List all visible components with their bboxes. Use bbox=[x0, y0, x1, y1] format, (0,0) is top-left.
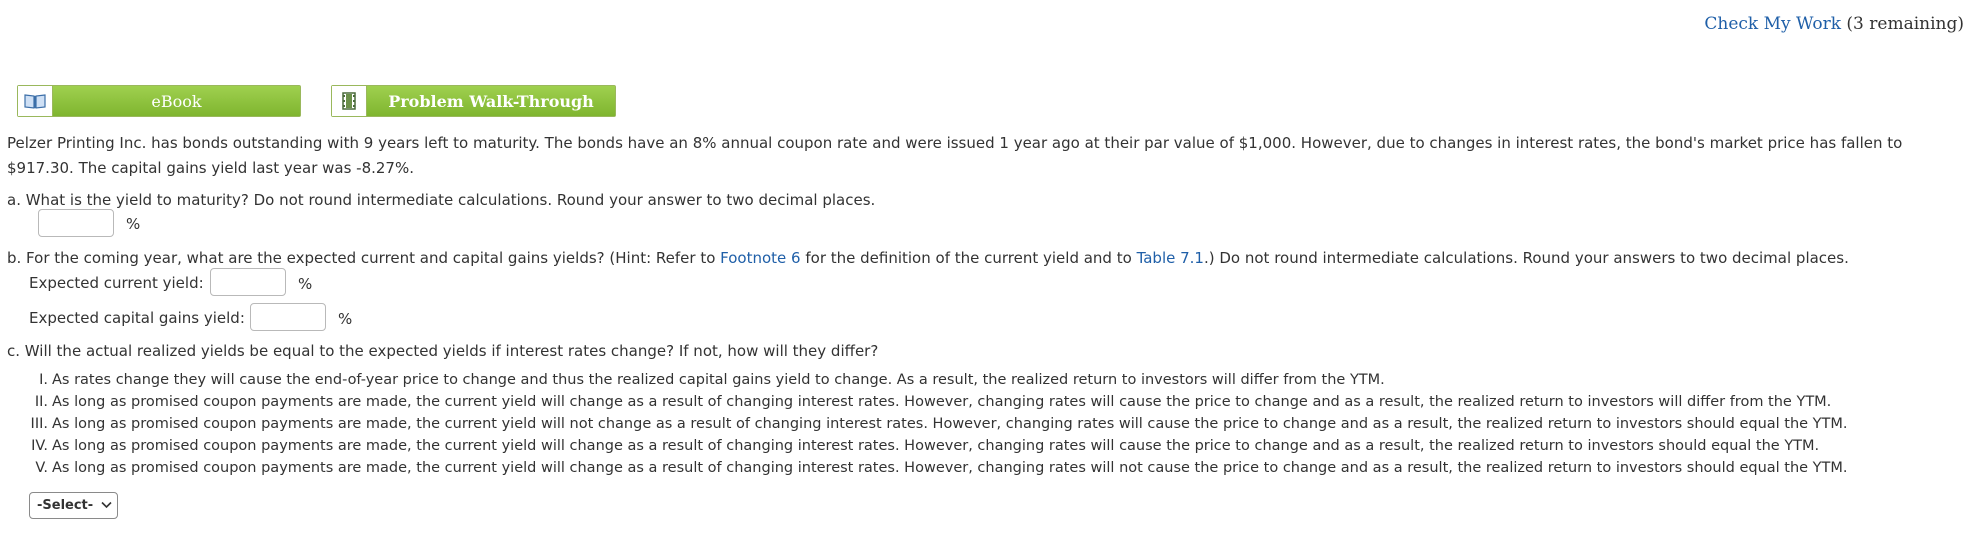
chevron-down-icon bbox=[101, 498, 112, 513]
option-number: I. bbox=[39, 372, 48, 388]
ebook-button[interactable]: eBook bbox=[17, 85, 301, 117]
ytm-unit: % bbox=[126, 215, 141, 233]
remaining-count: (3 remaining) bbox=[1846, 14, 1964, 34]
answer-select[interactable]: -Select- bbox=[29, 492, 118, 519]
part-b-question-pre: b. For the coming year, what are the exp… bbox=[7, 249, 721, 267]
option-text: As long as promised coupon payments are … bbox=[52, 394, 1832, 410]
option-number: IV. bbox=[31, 438, 48, 454]
option-iv: IV. As long as promised coupon payments a… bbox=[22, 435, 1819, 457]
capital-gains-label: Expected capital gains yield: bbox=[29, 309, 245, 327]
problem-intro-line1: Pelzer Printing Inc. has bonds outstandi… bbox=[7, 134, 1903, 152]
option-number: III. bbox=[30, 416, 48, 432]
option-number: V. bbox=[35, 460, 48, 476]
walkthrough-label: Problem Walk-Through bbox=[367, 86, 615, 116]
part-b-question: b. For the coming year, what are the exp… bbox=[7, 245, 1849, 271]
table-7-1-link[interactable]: Table 7.1 bbox=[1137, 249, 1204, 267]
part-a-question: a. What is the yield to maturity? Do not… bbox=[7, 191, 876, 209]
capital-gains-input[interactable] bbox=[250, 303, 326, 331]
current-yield-input[interactable] bbox=[210, 268, 286, 296]
footnote-6-link[interactable]: Footnote 6 bbox=[720, 249, 800, 267]
book-icon bbox=[18, 86, 53, 116]
ytm-input[interactable] bbox=[38, 209, 114, 237]
option-text: As rates change they will cause the end-… bbox=[52, 372, 1385, 388]
current-yield-label: Expected current yield: bbox=[29, 274, 204, 292]
ebook-label: eBook bbox=[53, 86, 300, 116]
part-b-question-post: .) Do not round intermediate calculation… bbox=[1203, 249, 1849, 267]
check-my-work: Check My Work (3 remaining) bbox=[1704, 14, 1964, 34]
film-icon bbox=[332, 86, 367, 116]
check-my-work-link[interactable]: Check My Work bbox=[1704, 14, 1841, 34]
option-ii: II. As long as promised coupon payments a… bbox=[22, 391, 1831, 413]
option-i: I. As rates change they will cause the en… bbox=[22, 369, 1385, 391]
option-v: V. As long as promised coupon payments ar… bbox=[22, 457, 1848, 479]
problem-intro-line2: $917.30. The capital gains yield last ye… bbox=[7, 159, 414, 177]
option-text: As long as promised coupon payments are … bbox=[52, 460, 1848, 476]
option-number: II. bbox=[34, 394, 48, 410]
part-b-question-mid: for the definition of the current yield … bbox=[800, 249, 1137, 267]
select-value: -Select- bbox=[37, 498, 94, 513]
current-yield-unit: % bbox=[298, 275, 313, 293]
option-text: As long as promised coupon payments are … bbox=[52, 416, 1848, 432]
capital-gains-unit: % bbox=[338, 310, 353, 328]
option-text: As long as promised coupon payments are … bbox=[52, 438, 1820, 454]
problem-walkthrough-button[interactable]: Problem Walk-Through bbox=[331, 85, 616, 117]
option-iii: III. As long as promised coupon payments … bbox=[22, 413, 1848, 435]
part-c-question: c. Will the actual realized yields be eq… bbox=[7, 342, 879, 360]
